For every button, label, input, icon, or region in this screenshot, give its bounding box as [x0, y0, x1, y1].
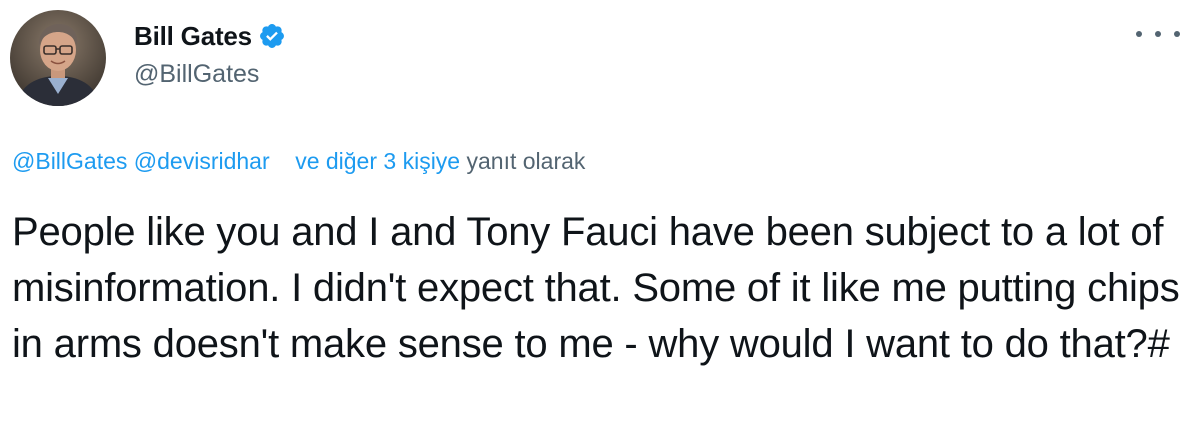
reply-mention-devisridhar[interactable]: @devisridhar [134, 148, 270, 174]
reply-context: @BillGates @devisridhar ve diğer 3 kişiy… [12, 148, 585, 175]
avatar[interactable] [10, 10, 106, 106]
reply-mention-billgates[interactable]: @BillGates [12, 148, 127, 174]
avatar-photo [10, 10, 106, 106]
reply-others-link[interactable]: ve diğer 3 kişiye [295, 148, 460, 174]
verified-badge-icon [258, 22, 286, 50]
more-dot [1174, 31, 1180, 37]
author-identity: Bill Gates @BillGates [134, 18, 286, 89]
author-name-row[interactable]: Bill Gates [134, 18, 286, 54]
more-options-icon[interactable] [1136, 22, 1180, 46]
reply-suffix: yanıt olarak [466, 148, 586, 174]
tweet-body-text: People like you and I and Tony Fauci hav… [12, 210, 1180, 366]
author-display-name[interactable]: Bill Gates [134, 21, 252, 52]
tweet-header: Bill Gates @BillGates [10, 10, 1180, 110]
tweet-card: Bill Gates @BillGates @BillGates @devisr… [0, 0, 1200, 441]
more-dot [1136, 31, 1142, 37]
more-dot [1155, 31, 1161, 37]
author-handle[interactable]: @BillGates [134, 60, 286, 89]
